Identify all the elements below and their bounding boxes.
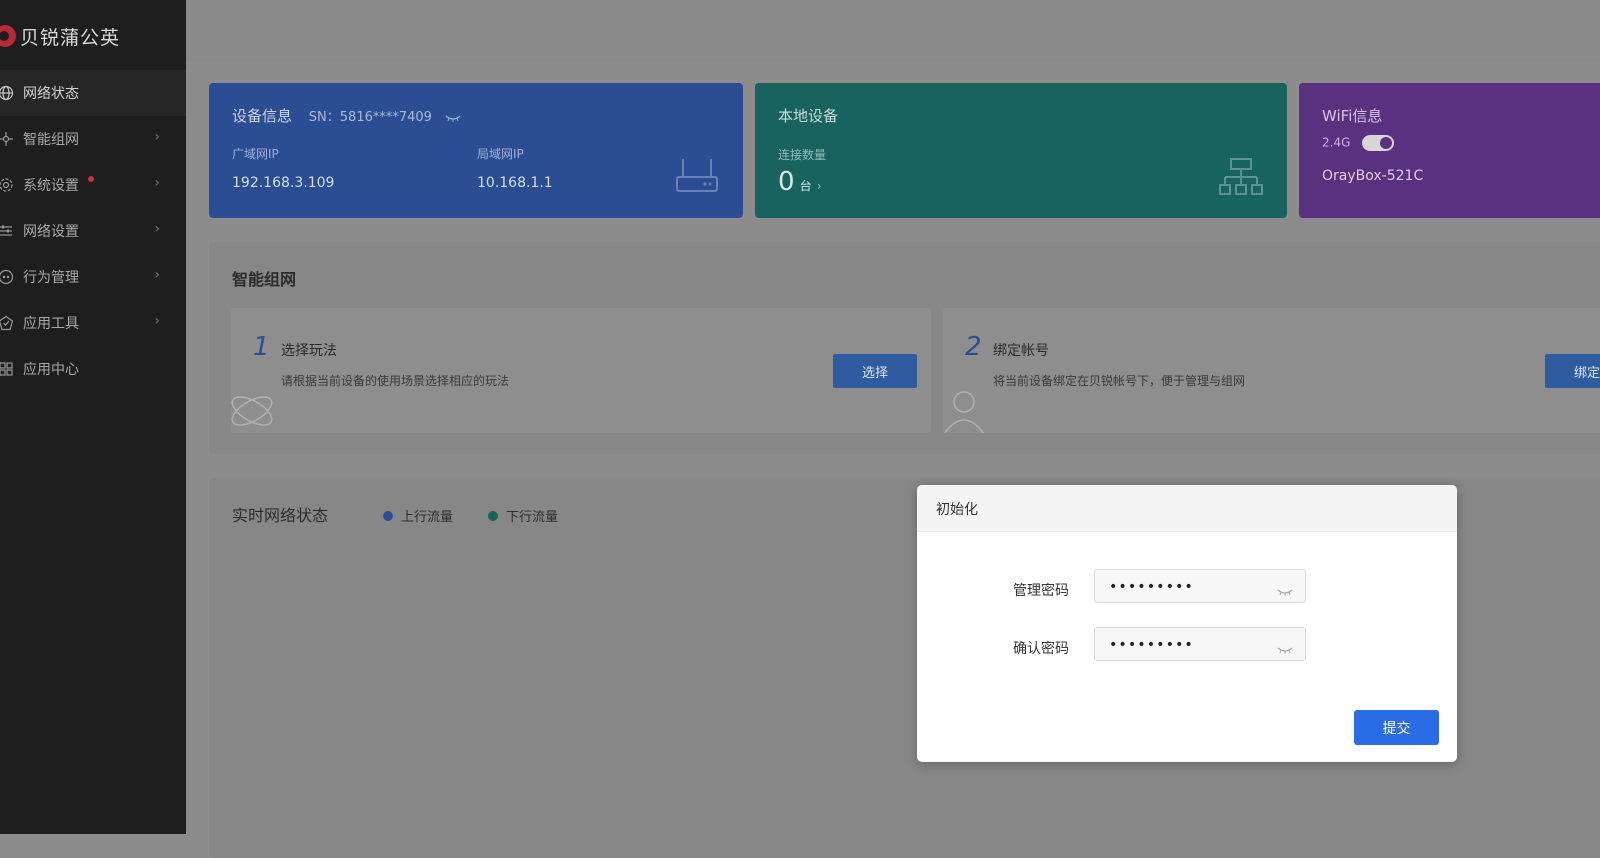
sidebar-nav: 网络状态 智能组网 › 系统设置 › 网络设置 › 行为管理 › 应用工具 › …	[0, 70, 186, 392]
eye-closed-icon[interactable]	[1277, 639, 1293, 658]
apps-icon	[0, 361, 14, 377]
step-description: 请根据当前设备的使用场景选择相应的玩法	[281, 374, 510, 388]
step-card-bind-account: 2 绑定帐号 将当前设备绑定在贝锐帐号下，便于管理与组网 绑定	[943, 308, 1600, 433]
user-deco-icon	[943, 386, 989, 433]
wan-ip-value: 192.168.3.109	[232, 175, 335, 191]
eye-closed-icon[interactable]	[445, 108, 461, 126]
device-info-card: 设备信息 SN：5816****7409 广域网IP 192.168.3.109…	[209, 83, 743, 218]
admin-password-input[interactable]	[1107, 570, 1271, 604]
legend-label: 上行流量	[401, 510, 454, 525]
device-count-value: 0	[778, 167, 795, 197]
wifi-ssid: OrayBox-521C	[1322, 168, 1424, 184]
step-card-choose-mode: 1 选择玩法 请根据当前设备的使用场景选择相应的玩法 选择	[231, 308, 931, 433]
admin-password-label: 管理密码	[1013, 583, 1069, 599]
wifi-band-label: 2.4G	[1322, 135, 1351, 150]
wifi-band-row: 2.4G	[1322, 135, 1395, 151]
modal-header	[917, 485, 1457, 532]
eye-closed-icon[interactable]	[1277, 581, 1293, 600]
chevron-right-icon: ›	[154, 221, 160, 237]
chevron-right-icon: ›	[154, 129, 160, 145]
lan-ip-value: 10.168.1.1	[477, 175, 553, 191]
device-count-label: 连接数量	[778, 148, 827, 162]
legend-dot-download	[488, 510, 498, 521]
lan-topology-icon	[1219, 157, 1263, 201]
sidebar-item-network-status[interactable]: 网络状态	[0, 70, 186, 116]
sidebar-item-network-settings[interactable]: 网络设置 ›	[0, 208, 186, 254]
behavior-icon	[0, 269, 14, 285]
device-card-heading: 设备信息	[232, 107, 293, 125]
sidebar-item-label: 系统设置	[23, 178, 79, 194]
wifi-toggle[interactable]	[1362, 135, 1395, 151]
sidebar-item-label: 网络状态	[23, 86, 79, 102]
choose-button[interactable]: 选择	[833, 354, 917, 388]
sidebar-item-label: 行为管理	[23, 270, 79, 286]
wifi-info-card: WiFi信息 2.4G OrayBox-521C	[1299, 83, 1600, 218]
device-card-title: 设备信息 SN：5816****7409	[232, 105, 461, 126]
confirm-password-input[interactable]	[1107, 628, 1271, 662]
init-modal: 初始化 管理密码 确认密码 提交	[917, 485, 1457, 762]
admin-password-field[interactable]	[1094, 569, 1306, 604]
sidebar-item-behavior[interactable]: 行为管理 ›	[0, 254, 186, 300]
smart-network-panel: 智能组网 1 选择玩法 请根据当前设备的使用场景选择相应的玩法 选择 2 绑定帐…	[209, 242, 1600, 454]
logo-icon	[0, 25, 16, 47]
submit-button[interactable]: 提交	[1354, 710, 1439, 745]
chevron-right-icon: ›	[154, 313, 160, 329]
brand-logo[interactable]: 贝锐蒲公英	[0, 18, 120, 54]
step-description: 将当前设备绑定在贝锐帐号下，便于管理与组网	[993, 374, 1246, 388]
chevron-right-icon: ›	[154, 267, 160, 283]
tool-icon	[0, 315, 14, 331]
orbit-deco-icon	[231, 386, 277, 433]
alert-dot	[88, 176, 94, 182]
sidebar-item-label: 应用工具	[23, 316, 79, 332]
network-icon	[0, 131, 14, 147]
legend-label: 下行流量	[506, 510, 559, 525]
device-count-unit: 台	[799, 179, 812, 193]
smart-network-title: 智能组网	[232, 270, 297, 289]
confirm-password-field[interactable]	[1094, 627, 1306, 662]
sidebar-item-app-center[interactable]: 应用中心	[0, 346, 186, 392]
router-icon	[675, 157, 719, 199]
local-card-title: 本地设备	[778, 107, 839, 125]
sidebar-item-smart-network[interactable]: 智能组网 ›	[0, 116, 186, 162]
wan-ip-label: 广域网IP	[232, 147, 279, 161]
step-number: 2	[965, 332, 982, 362]
confirm-password-label: 确认密码	[1013, 641, 1069, 657]
step-title: 绑定帐号	[993, 343, 1049, 359]
step-number: 1	[253, 332, 270, 362]
bind-button[interactable]: 绑定	[1545, 354, 1600, 388]
device-sn: SN：5816****7409	[308, 110, 432, 125]
lan-ip-label: 局域网IP	[477, 147, 524, 161]
local-devices-card[interactable]: 本地设备 连接数量 0 台 ›	[755, 83, 1287, 218]
chevron-right-icon: ›	[154, 175, 160, 191]
chevron-right-icon: ›	[816, 179, 822, 193]
sidebar: 贝锐蒲公英 网络状态 智能组网 › 系统设置 › 网络设置 › 行为管理 › 应…	[0, 0, 186, 834]
step-title: 选择玩法	[281, 343, 337, 359]
realtime-title: 实时网络状态	[232, 506, 329, 525]
legend-dot-upload	[383, 510, 393, 521]
sidebar-item-label: 网络设置	[23, 224, 79, 240]
gear-icon	[0, 177, 14, 193]
legend-upload: 上行流量	[383, 506, 453, 525]
legend-download: 下行流量	[488, 506, 558, 525]
sidebar-item-label: 应用中心	[23, 362, 79, 378]
wifi-card-title: WiFi信息	[1322, 107, 1383, 125]
device-count[interactable]: 0 台 ›	[778, 167, 822, 197]
sidebar-item-system-settings[interactable]: 系统设置 ›	[0, 162, 186, 208]
globe-icon	[0, 85, 14, 101]
sliders-icon	[0, 223, 14, 239]
sidebar-item-app-tools[interactable]: 应用工具 ›	[0, 300, 186, 346]
brand-name: 贝锐蒲公英	[20, 26, 121, 49]
top-header	[186, 0, 1600, 62]
modal-title: 初始化	[936, 502, 978, 518]
sidebar-item-label: 智能组网	[23, 132, 79, 148]
